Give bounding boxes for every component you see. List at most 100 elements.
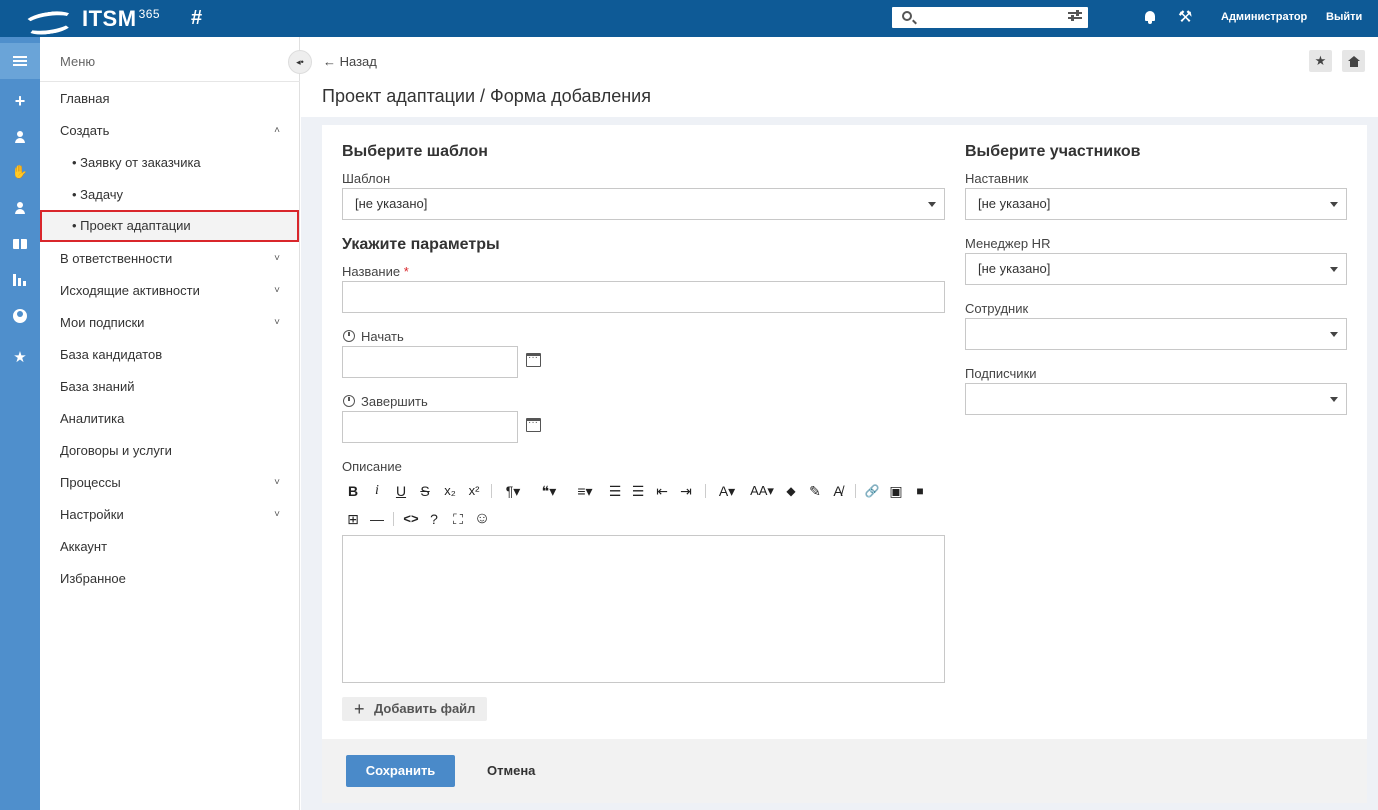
sidebar-item-label: Настройки <box>60 507 124 522</box>
superscript-icon[interactable]: x² <box>465 481 483 501</box>
sidebar-item-subscriptions[interactable]: Мои подписки ˅ <box>40 307 300 339</box>
handshake-icon[interactable]: ✋ <box>0 154 40 190</box>
sidebar-item-knowledge[interactable]: База знаний <box>40 371 300 403</box>
image-icon[interactable]: ▣ <box>887 481 905 501</box>
sidebar-item-label: • Проект адаптации <box>72 218 191 233</box>
strikethrough-icon[interactable]: S <box>418 481 432 501</box>
logo-wave-icon <box>22 6 76 37</box>
user-plus-icon[interactable] <box>0 119 40 155</box>
chevron-down-icon: ˅ <box>274 509 280 520</box>
link-icon[interactable]: 🔗 <box>863 481 881 501</box>
sidebar-item-label: • Заявку от заказчика <box>72 155 201 170</box>
hamburger-icon[interactable] <box>0 43 40 79</box>
sidebar-item-label: База кандидатов <box>60 347 163 362</box>
global-search[interactable] <box>892 7 1088 28</box>
sidebar-item-settings[interactable]: Настройки ˅ <box>40 499 300 531</box>
caret-down-icon <box>1330 397 1338 402</box>
quote-icon[interactable]: ❝▾ <box>535 481 563 501</box>
bar-chart-icon[interactable] <box>0 262 40 298</box>
toolbar-separator <box>855 484 856 498</box>
description-editor[interactable] <box>342 535 945 683</box>
paragraph-icon[interactable]: ¶▾ <box>500 481 526 501</box>
icon-rail: + ✋ ★ <box>0 37 40 810</box>
align-icon[interactable]: ≡▾ <box>571 481 599 501</box>
code-view-icon[interactable]: <> <box>401 509 421 529</box>
sidebar-item-outgoing[interactable]: Исходящие активности ˅ <box>40 275 300 307</box>
chevron-down-icon: ˅ <box>274 285 280 296</box>
bold-icon[interactable]: B <box>346 481 360 501</box>
hr-manager-label: Менеджер HR <box>965 236 1051 251</box>
search-filter-icon[interactable] <box>1068 10 1082 22</box>
sidebar-item-task[interactable]: • Задачу <box>40 179 300 211</box>
video-icon[interactable]: ■ <box>911 481 929 501</box>
sidebar-item-responsibility[interactable]: В ответственности ˅ <box>40 243 300 275</box>
hashtag-icon[interactable]: # <box>191 7 202 30</box>
subscribers-select[interactable] <box>965 383 1347 415</box>
emoji-icon[interactable]: ☺ <box>473 509 491 529</box>
tools-icon[interactable]: ⚒ <box>1178 7 1192 27</box>
home-button[interactable] <box>1342 50 1365 72</box>
book-icon[interactable] <box>0 226 40 262</box>
user-name-link[interactable]: Администратор <box>1221 11 1307 23</box>
sidebar-item-account[interactable]: Аккаунт <box>40 531 300 563</box>
clear-format-icon[interactable]: A̸ <box>830 481 846 501</box>
app-logo[interactable]: ITSM 365 <box>22 4 160 37</box>
cancel-button[interactable]: Отмена <box>487 755 535 787</box>
favorite-star-icon[interactable]: ★ <box>1309 50 1332 72</box>
calendar-icon[interactable] <box>526 352 541 367</box>
unordered-list-icon[interactable]: ☰ <box>630 481 646 501</box>
sidebar-item-customer-request[interactable]: • Заявку от заказчика <box>40 147 300 179</box>
sidebar-item-candidates[interactable]: База кандидатов <box>40 339 300 371</box>
subscript-icon[interactable]: x₂ <box>441 481 459 501</box>
start-label-text: Начать <box>361 329 404 344</box>
user-circle-icon[interactable] <box>0 298 40 334</box>
sidebar-collapse-icon[interactable]: ◂• <box>288 50 312 74</box>
horizontal-rule-icon[interactable]: — <box>369 509 385 529</box>
sidebar-item-label: • Задачу <box>72 187 124 202</box>
help-icon[interactable]: ? <box>427 509 441 529</box>
employee-select[interactable] <box>965 318 1347 350</box>
user-add-icon[interactable] <box>0 190 40 226</box>
caret-down-icon <box>928 202 936 207</box>
plus-icon[interactable]: + <box>0 83 40 119</box>
outdent-icon[interactable]: ⇤ <box>654 481 670 501</box>
template-select-value: [не указано] <box>355 196 428 211</box>
end-date-input[interactable] <box>342 411 518 443</box>
add-file-button[interactable]: + Добавить файл <box>342 697 488 721</box>
template-select[interactable]: [не указано] <box>342 188 945 220</box>
sidebar-item-label: Аккаунт <box>60 539 108 554</box>
font-color-icon[interactable]: A▾ <box>714 481 740 501</box>
sidebar-item-processes[interactable]: Процессы ˅ <box>40 467 300 499</box>
bell-icon[interactable] <box>1144 10 1156 24</box>
sidebar-item-favorites[interactable]: Избранное <box>40 563 300 595</box>
ordered-list-icon[interactable]: ☰ <box>607 481 623 501</box>
logout-link[interactable]: Выйти <box>1326 11 1362 23</box>
save-button[interactable]: Сохранить <box>346 755 455 787</box>
hr-manager-select[interactable]: [не указано] <box>965 253 1347 285</box>
underline-icon[interactable]: U <box>394 481 408 501</box>
sidebar-item-home[interactable]: Главная <box>40 83 300 115</box>
start-date-input[interactable] <box>342 346 518 378</box>
mentor-select[interactable]: [не указано] <box>965 188 1347 220</box>
sidebar-item-analytics[interactable]: Аналитика <box>40 403 300 435</box>
indent-icon[interactable]: ⇥ <box>678 481 694 501</box>
calendar-icon[interactable] <box>526 417 541 432</box>
name-input[interactable] <box>342 281 945 313</box>
italic-icon[interactable]: i <box>372 481 382 501</box>
clock-icon <box>343 395 355 407</box>
fullscreen-icon[interactable]: ⛶ <box>450 509 466 529</box>
table-icon[interactable]: ⊞ <box>344 509 362 529</box>
sidebar-menu: Меню ◂• Главная Создать ˄ • Заявку от зак… <box>40 37 312 810</box>
search-input[interactable] <box>918 9 1058 26</box>
subscribers-label: Подписчики <box>965 366 1037 381</box>
caret-down-icon <box>1330 202 1338 207</box>
back-link[interactable]: ← Назад <box>323 54 377 69</box>
sidebar-item-create[interactable]: Создать ˄ <box>40 115 300 147</box>
fill-color-icon[interactable]: ◆ <box>784 481 798 501</box>
sidebar-item-contracts[interactable]: Договоры и услуги <box>40 435 300 467</box>
mentor-label: Наставник <box>965 171 1029 186</box>
star-icon[interactable]: ★ <box>0 339 40 375</box>
font-size-icon[interactable]: AA▾ <box>747 481 777 501</box>
marker-icon[interactable]: ✎ <box>807 481 823 501</box>
sidebar-item-adaptation-project[interactable]: • Проект адаптации <box>40 210 299 242</box>
